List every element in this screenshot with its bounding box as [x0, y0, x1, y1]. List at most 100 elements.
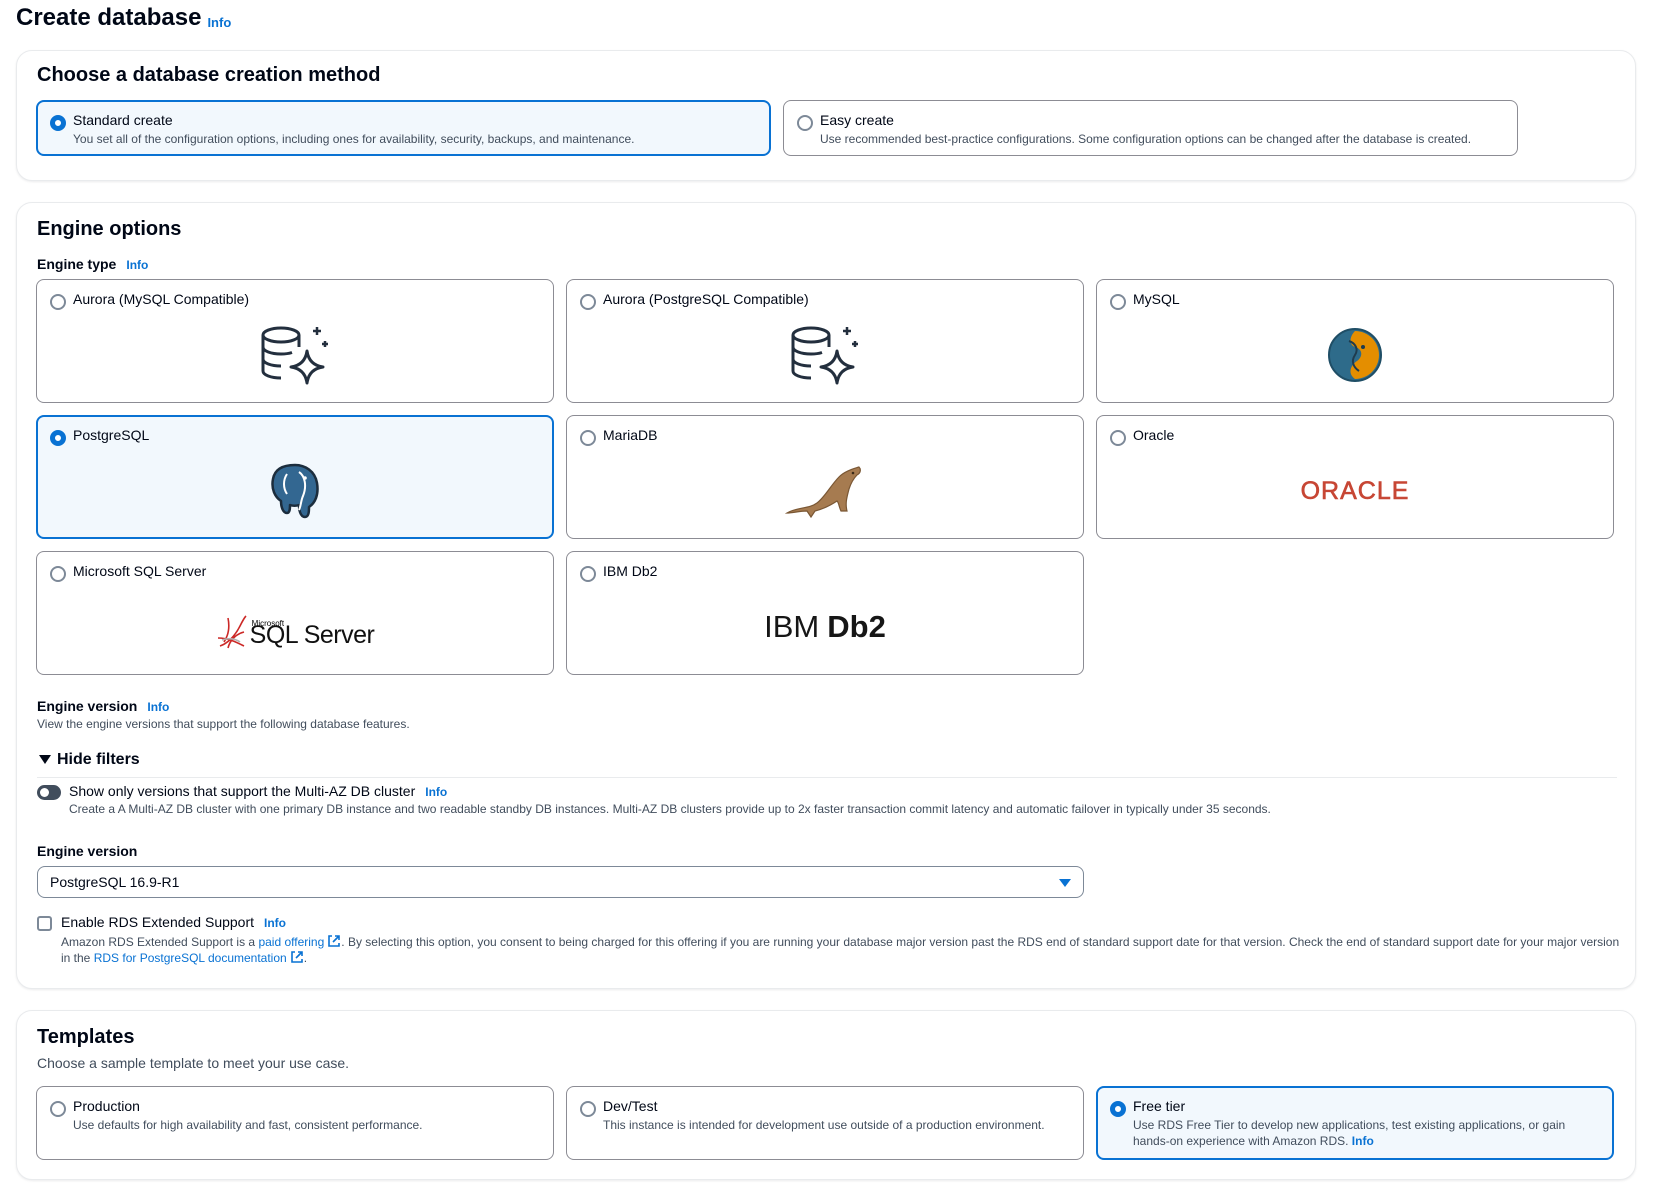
- free-tier-description-text: Use RDS Free Tier to develop new applica…: [1133, 1118, 1566, 1148]
- dev-test-label: Dev/Test: [603, 1098, 658, 1114]
- sql-server-emblem-icon: [217, 615, 247, 649]
- engine-option-sql-server[interactable]: Microsoft SQL Server Microsoft SQL Serve…: [36, 551, 554, 675]
- page-title: Create database Info: [16, 4, 231, 32]
- db2-wordmark-text: Db2: [827, 609, 886, 644]
- multi-az-toggle[interactable]: [37, 785, 61, 800]
- aurora-database-sparkle-icon: [567, 316, 1083, 394]
- rds-postgresql-docs-link[interactable]: RDS for PostgreSQL documentation: [94, 951, 304, 965]
- mysql-dolphin-icon: [1097, 316, 1613, 394]
- oracle-wordmark-text: ORACLE: [1300, 476, 1410, 505]
- free-tier-info-link[interactable]: Info: [1352, 1134, 1374, 1148]
- sql-server-label: Microsoft SQL Server: [73, 563, 207, 579]
- engine-option-postgresql[interactable]: PostgreSQL: [36, 415, 554, 539]
- templates-panel: Templates Choose a sample template to me…: [16, 1010, 1636, 1180]
- ibm-db2-wordmark: IBM Db2: [567, 588, 1083, 666]
- engine-options-heading: Engine options: [37, 218, 182, 240]
- templates-heading: Templates: [37, 1026, 135, 1048]
- aurora-mysql-radio[interactable]: [50, 294, 66, 310]
- aurora-postgresql-label: Aurora (PostgreSQL Compatible): [603, 291, 809, 307]
- postgresql-elephant-icon: [38, 453, 552, 529]
- mariadb-label: MariaDB: [603, 427, 658, 443]
- standard-create-label: Standard create: [73, 112, 173, 128]
- template-option-free-tier[interactable]: Free tier Use RDS Free Tier to develop n…: [1096, 1086, 1614, 1160]
- select-caret-down-icon: [1059, 879, 1071, 887]
- creation-method-panel: Choose a database creation method Standa…: [16, 50, 1636, 181]
- easy-create-label: Easy create: [820, 112, 894, 128]
- engine-version-select-value: PostgreSQL 16.9-R1: [50, 874, 180, 890]
- engine-type-label-text: Engine type: [37, 256, 117, 272]
- ibm-wordmark-text: IBM: [764, 609, 820, 644]
- engine-option-oracle[interactable]: Oracle ORACLE: [1096, 415, 1614, 539]
- production-label: Production: [73, 1098, 140, 1114]
- sql-server-microsoft-text: Microsoft: [251, 619, 285, 628]
- external-link-icon: [328, 935, 341, 947]
- engine-version-description: View the engine versions that support th…: [37, 717, 410, 731]
- template-option-dev-test[interactable]: Dev/Test This instance is intended for d…: [566, 1086, 1084, 1160]
- engine-version-label-text: Engine version: [37, 698, 138, 714]
- standard-create-radio[interactable]: [50, 115, 66, 131]
- standard-create-option[interactable]: Standard create You set all of the confi…: [36, 100, 771, 156]
- engine-version-select[interactable]: PostgreSQL 16.9-R1: [37, 866, 1084, 898]
- easy-create-description: Use recommended best-practice configurat…: [820, 132, 1472, 146]
- standard-create-description: You set all of the configuration options…: [73, 132, 635, 146]
- sql-server-radio[interactable]: [50, 566, 66, 582]
- engine-option-mariadb[interactable]: MariaDB: [566, 415, 1084, 539]
- easy-create-option[interactable]: Easy create Use recommended best-practic…: [783, 100, 1518, 156]
- postgresql-label: PostgreSQL: [73, 427, 150, 443]
- mariadb-seal-icon: [567, 452, 1083, 530]
- oracle-radio[interactable]: [1110, 430, 1126, 446]
- sql-server-logo: Microsoft SQL Server: [37, 588, 553, 666]
- production-description: Use defaults for high availability and f…: [73, 1118, 423, 1132]
- production-radio[interactable]: [50, 1101, 66, 1117]
- aurora-mysql-label: Aurora (MySQL Compatible): [73, 291, 250, 307]
- multi-az-info-link[interactable]: Info: [425, 785, 447, 799]
- extended-support-checkbox[interactable]: [37, 916, 52, 931]
- rds-postgresql-docs-link-text: RDS for PostgreSQL documentation: [93, 951, 287, 965]
- extended-support-description: Amazon RDS Extended Support is a paid of…: [61, 934, 1621, 966]
- caret-down-icon: [39, 755, 51, 764]
- multi-az-toggle-label-text: Show only versions that support the Mult…: [69, 783, 416, 799]
- extended-desc-part-1: Amazon RDS Extended Support is a: [61, 935, 259, 949]
- easy-create-radio[interactable]: [797, 115, 813, 131]
- engine-type-info-link[interactable]: Info: [126, 258, 148, 272]
- templates-description: Choose a sample template to meet your us…: [37, 1055, 350, 1071]
- free-tier-description: Use RDS Free Tier to develop new applica…: [1133, 1117, 1603, 1149]
- mysql-radio[interactable]: [1110, 294, 1126, 310]
- extended-support-label-text: Enable RDS Extended Support: [61, 914, 255, 930]
- engine-version-label: Engine version Info: [37, 698, 169, 714]
- dev-test-radio[interactable]: [580, 1101, 596, 1117]
- paid-offering-link-text: paid offering: [258, 935, 325, 949]
- oracle-label: Oracle: [1133, 427, 1175, 443]
- extended-support-info-link[interactable]: Info: [264, 916, 286, 930]
- extended-support-label: Enable RDS Extended Support Info: [61, 914, 286, 930]
- free-tier-radio[interactable]: [1110, 1101, 1126, 1117]
- page-info-link[interactable]: Info: [207, 15, 231, 30]
- extended-desc-part-3: .: [303, 951, 308, 965]
- paid-offering-link[interactable]: paid offering: [258, 935, 341, 949]
- aurora-postgresql-radio[interactable]: [580, 294, 596, 310]
- postgresql-radio[interactable]: [50, 430, 66, 446]
- engine-option-ibm-db2[interactable]: IBM Db2 IBM Db2: [566, 551, 1084, 675]
- engine-option-aurora-mysql[interactable]: Aurora (MySQL Compatible): [36, 279, 554, 403]
- engine-option-aurora-postgresql[interactable]: Aurora (PostgreSQL Compatible): [566, 279, 1084, 403]
- ibm-db2-radio[interactable]: [580, 566, 596, 582]
- page-title-text: Create database: [16, 4, 202, 31]
- multi-az-toggle-label: Show only versions that support the Mult…: [69, 783, 447, 799]
- engine-version-select-label: Engine version: [37, 843, 138, 859]
- engine-options-panel: Engine options Engine type Info Aurora (M…: [16, 202, 1636, 989]
- template-option-production[interactable]: Production Use defaults for high availab…: [36, 1086, 554, 1160]
- toggle-knob: [40, 788, 49, 797]
- free-tier-label: Free tier: [1133, 1098, 1186, 1114]
- engine-option-mysql[interactable]: MySQL: [1096, 279, 1614, 403]
- multi-az-description: Create a A Multi-AZ DB cluster with one …: [69, 802, 1271, 816]
- oracle-wordmark: ORACLE: [1097, 452, 1613, 530]
- external-link-icon: [290, 951, 303, 963]
- mysql-label: MySQL: [1133, 291, 1180, 307]
- mariadb-radio[interactable]: [580, 430, 596, 446]
- hide-filters-label: Hide filters: [57, 751, 140, 768]
- ibm-db2-label: IBM Db2: [603, 563, 658, 579]
- hide-filters-expander[interactable]: Hide filters: [37, 748, 1617, 778]
- dev-test-description: This instance is intended for developmen…: [603, 1118, 1045, 1132]
- creation-method-heading: Choose a database creation method: [37, 64, 381, 86]
- engine-version-info-link[interactable]: Info: [147, 700, 169, 714]
